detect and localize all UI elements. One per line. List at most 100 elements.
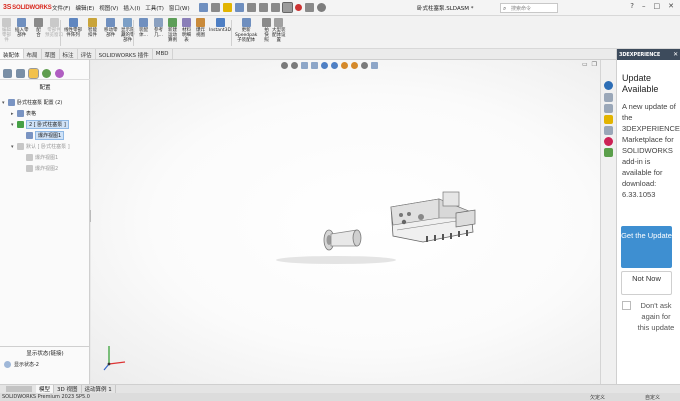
ribbon-tool-button[interactable]: 拍 快 照 [262,18,271,43]
plunger-part[interactable] [323,229,362,251]
command-tab[interactable]: SOLIDWORKS 插件 [96,49,153,59]
tree-node[interactable]: 爆炸视图2 [2,163,88,174]
ribbon-tool-button[interactable]: 爆炸 视图 [196,18,205,38]
new-document-icon[interactable] [210,3,220,12]
ribbon-tool-label: 新建 运动 算例 [168,28,177,43]
command-tab[interactable]: 布局 [24,49,42,59]
print-icon[interactable] [246,3,256,12]
undo-icon[interactable] [258,3,268,12]
ribbon-tool-label: 更新 Speedpak 子装配体 [235,28,258,43]
status-bar: SOLIDWORKS Premium 2023 SP5.0 欠定义 自定义 [0,393,680,401]
close-button[interactable]: ✕ [668,2,674,10]
ribbon-tool-button[interactable]: Instant3D [209,18,231,33]
ribbon-tool-button[interactable]: 装配 体... [139,18,148,38]
tree-node[interactable]: ▾ 默认 [ 卧式柱塞泵 ] [2,141,88,152]
pump-body-part[interactable] [390,191,476,243]
panel-close-icon[interactable]: ✕ [673,51,678,58]
tree-node-label: 默认 [ 卧式柱塞泵 ] [26,144,70,150]
display-state-item[interactable]: 显示状态-2 [0,361,90,368]
dont-ask-checkbox[interactable] [622,301,631,310]
ribbon-tool-icon [17,18,27,27]
feature-manager-tab-icon[interactable] [3,69,12,78]
tree-node[interactable]: 爆炸视图1 [2,130,88,141]
menu-item[interactable]: 窗口(W) [169,4,190,12]
command-tab[interactable]: 草图 [42,49,60,59]
search-icon: ⌕ [503,5,507,12]
redo-icon[interactable] [270,3,280,12]
minimize-button[interactable]: – [642,2,646,10]
ribbon-separator [133,20,134,46]
appearances-tab-icon[interactable] [604,137,613,146]
graphics-area[interactable]: ▭ ❐ [91,60,600,384]
select-pointer-icon[interactable] [281,2,293,13]
tree-node[interactable]: ▾ 卧式柱塞泵 配置 (2) [2,97,88,108]
tree-node-label: 表格 [26,111,37,117]
model-view-tab[interactable]: 模型 [36,385,55,393]
dimxpert-tab-icon[interactable] [42,69,51,78]
tree-node[interactable]: 爆炸视图1 [2,152,88,163]
tree-node[interactable]: ▸ 表格 [2,108,88,119]
ribbon-tool-button[interactable]: 线性零部 件阵列 [64,18,82,38]
ribbon-tool-label: 线性零部 件阵列 [64,28,82,38]
definition-state: 欠定义 [590,394,606,401]
ribbon-tool-label: 配 合 [36,28,41,38]
ribbon-tool-button[interactable]: 移动零 部件 [104,18,118,38]
save-icon[interactable] [234,3,244,12]
ribbon-tool-button[interactable]: 编辑 零部 件 [2,18,11,43]
ribbon-tool-label: 材料 明细 表 [182,28,191,43]
ribbon-tool-button[interactable]: 智能 扣件 [88,18,97,38]
ribbon-tool-button[interactable]: 材料 明细 表 [182,18,191,43]
ribbon-tool-button[interactable]: 大型装 配体设 置 [272,18,286,43]
display-manager-tab-icon[interactable] [55,69,64,78]
view-palette-tab-icon[interactable] [604,126,613,135]
design-library-tab-icon[interactable] [604,104,613,113]
ribbon-tool-button[interactable]: 参考 几... [154,18,163,38]
ribbon-tool-label: 移动零 部件 [104,28,118,38]
solidworks-resources-tab-icon[interactable] [604,93,613,102]
property-manager-tab-icon[interactable] [16,69,25,78]
ribbon-tool-button[interactable]: 插入零 部件 [15,18,29,38]
restore-button[interactable]: □ [654,2,661,10]
rebuild-icon[interactable] [304,3,314,12]
home-icon[interactable] [198,3,208,12]
search-commands-input[interactable]: ⌕ 搜索命令 [500,3,558,13]
menu-item[interactable]: 插入(I) [123,4,140,12]
help-icon[interactable]: ? [630,2,634,10]
update-message: A new update of the 3DEXPERIENCE Marketp… [622,102,680,199]
menu-item[interactable]: 工具(T) [145,4,164,12]
traffic-light-icon[interactable] [294,4,302,11]
command-tab[interactable]: 装配体 [0,49,24,59]
command-tab[interactable]: 评估 [78,49,96,59]
menu-item[interactable]: 编辑(E) [75,4,94,12]
configuration-manager-tab-icon[interactable] [28,68,39,79]
file-explorer-tab-icon[interactable] [604,115,613,124]
unit-system[interactable]: 自定义 [645,394,660,401]
model-view-tab[interactable]: 3D 视图 [54,385,82,393]
menu-item[interactable]: 文件(F) [52,4,70,12]
command-tab[interactable]: 标注 [60,49,78,59]
ribbon-tool-button[interactable]: 新建 运动 算例 [168,18,177,43]
tab-scroll-arrows[interactable] [6,386,32,392]
open-folder-icon[interactable] [222,3,232,12]
command-tab[interactable]: MBD [153,49,173,59]
panel-header: 3DEXPERIENCE ✕ [617,49,680,60]
not-now-button[interactable]: Not Now [621,271,672,295]
ribbon-tool-label: 装配 体... [139,28,148,38]
exploded-pump-model[interactable] [91,60,600,384]
tree-node-label: 爆炸视图1 [35,131,65,140]
menu-item[interactable]: 视图(V) [99,4,118,12]
solidworks-logo[interactable]: 3S SOLIDWORKS [0,4,52,11]
tree-node[interactable]: ▾ 2 [ 卧式柱塞泵 ] [2,119,88,130]
options-gear-icon[interactable] [316,3,326,12]
3dexperience-tab-icon[interactable] [604,81,613,90]
tree-node-icon [17,110,24,117]
tree-node-icon [8,99,15,106]
get-update-button[interactable]: Get the Update [621,226,672,268]
custom-properties-tab-icon[interactable] [604,148,613,157]
model-view-tab[interactable]: 运动算例 1 [82,385,116,393]
ribbon-separator [231,20,232,46]
ribbon-tool-button[interactable]: 配 合 [34,18,43,38]
tree-node-icon [26,165,33,172]
dont-ask-label: Don't ask again for this update [637,301,675,332]
ribbon-tool-button[interactable]: 更新 Speedpak 子装配体 [235,18,257,43]
